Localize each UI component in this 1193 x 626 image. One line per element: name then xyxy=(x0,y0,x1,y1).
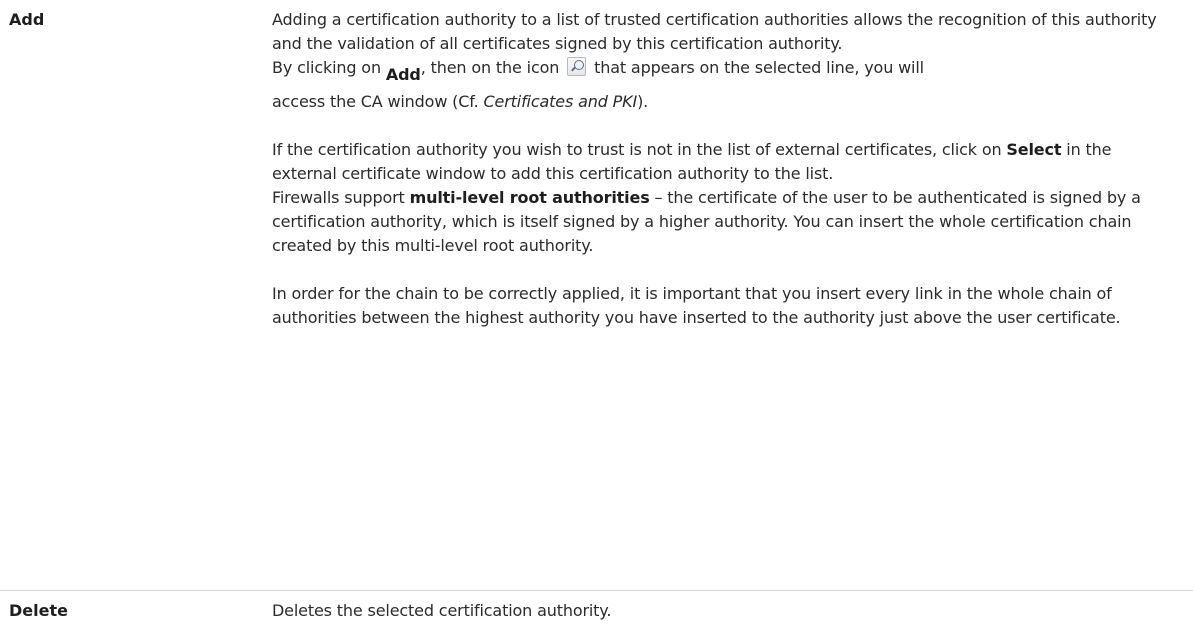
paragraph-select: If the certification authority you wish … xyxy=(272,138,1179,186)
add-reference: Add xyxy=(385,65,421,84)
text-access: access the CA window (Cf. xyxy=(272,92,484,111)
text-by-clicking: By clicking on xyxy=(272,58,386,77)
paragraph-chain: In order for the chain to be correctly a… xyxy=(272,284,1121,327)
term-add: Add xyxy=(9,10,45,29)
term-delete: Delete xyxy=(9,601,68,620)
paragraph-clicking: By clicking on Add, then on the icon tha… xyxy=(272,56,1179,90)
table-row-delete: Delete Deletes the selected certificatio… xyxy=(0,591,1193,626)
description-add: Adding a certification authority to a li… xyxy=(272,0,1193,590)
text-close-paren: ). xyxy=(637,92,649,111)
paragraph-intro: Adding a certification authority to a li… xyxy=(272,10,1157,53)
select-reference: Select xyxy=(1006,140,1062,159)
text-if-not-in-list: If the certification authority you wish … xyxy=(272,140,1007,159)
search-icon xyxy=(567,57,587,76)
description-delete: Deletes the selected certification autho… xyxy=(272,601,612,620)
paragraph-multi-level: Firewalls support multi-level root autho… xyxy=(272,186,1179,258)
paragraph-ca-window: access the CA window (Cf. Certificates a… xyxy=(272,90,1179,114)
text-then-icon: , then on the icon xyxy=(420,58,565,77)
text-firewalls-support: Firewalls support xyxy=(272,188,410,207)
definition-table: Add Adding a certification authority to … xyxy=(0,0,1193,626)
table-row-add: Add Adding a certification authority to … xyxy=(0,0,1193,591)
text-selected-line: that appears on the selected line, you w… xyxy=(589,58,924,77)
multi-level-reference: multi-level root authorities xyxy=(409,188,650,207)
certificates-pki-reference: Certificates and PKI xyxy=(483,92,638,111)
